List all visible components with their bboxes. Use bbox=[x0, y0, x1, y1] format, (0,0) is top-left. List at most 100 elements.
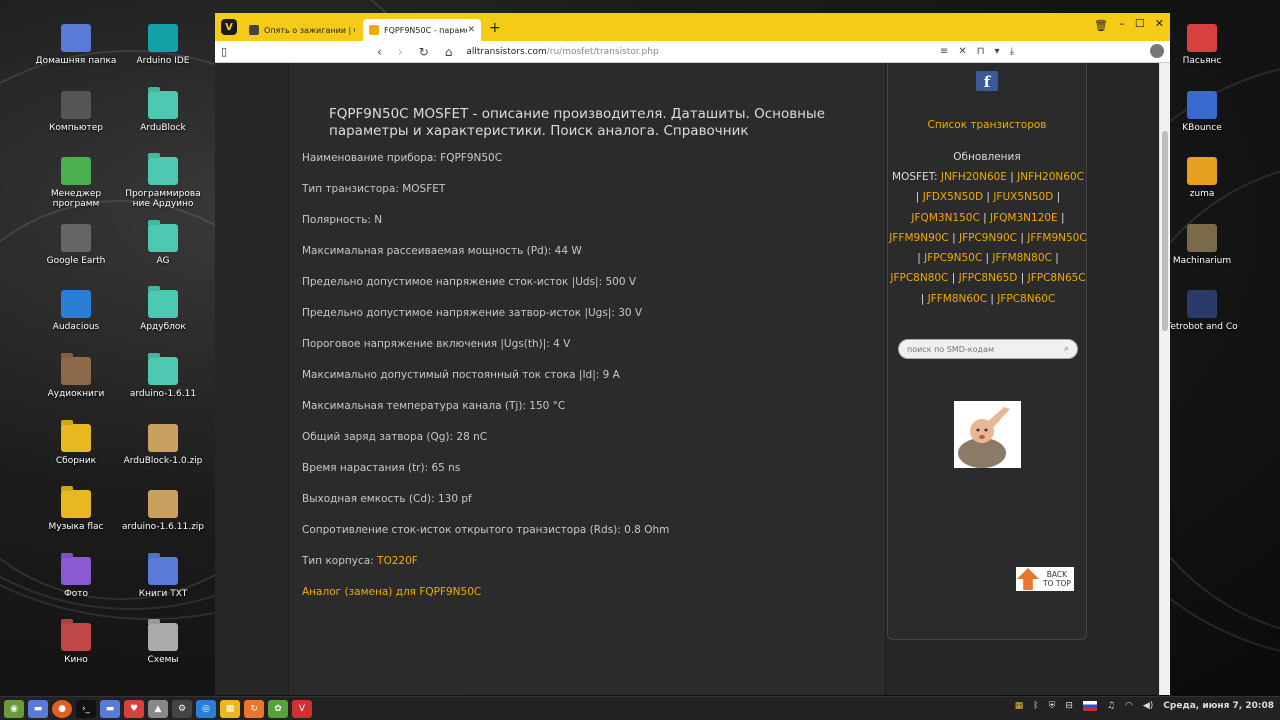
camera-icon[interactable]: ◎ bbox=[196, 699, 216, 718]
keyboard-icon[interactable]: ⊟ bbox=[1065, 701, 1073, 711]
desktop-icon[interactable]: Музыка flac bbox=[30, 490, 122, 532]
update-link[interactable]: JFFM9N50C bbox=[1027, 232, 1086, 244]
desktop-icon[interactable]: Схемы bbox=[117, 623, 209, 665]
desktop-icon[interactable]: Домашняя папка bbox=[30, 24, 122, 66]
vivaldi-menu-icon[interactable]: V bbox=[221, 19, 237, 35]
profile-icon[interactable] bbox=[1150, 44, 1164, 58]
minimize-icon[interactable]: – bbox=[1119, 17, 1125, 30]
clock[interactable]: Среда, июня 7, 20:08 bbox=[1163, 701, 1274, 711]
new-tab-button[interactable]: + bbox=[489, 20, 501, 36]
desktop-icon-label: arduino-1.6.11 bbox=[129, 389, 197, 399]
desktop-icon[interactable]: Компьютер bbox=[30, 90, 122, 133]
desktop-icon[interactable]: Кино bbox=[30, 623, 122, 665]
desktop-icon-label: ArduBlock bbox=[140, 122, 186, 133]
vivaldi-taskbar-icon[interactable]: V bbox=[292, 699, 312, 718]
facebook-icon[interactable]: f bbox=[976, 71, 998, 91]
update-link[interactable]: JFDX5N50D bbox=[923, 191, 983, 203]
desktop-icon[interactable]: ArduBlock bbox=[117, 90, 209, 133]
mint-menu-icon[interactable]: ◉ bbox=[4, 699, 24, 718]
music-icon[interactable]: ♫ bbox=[1107, 701, 1115, 711]
reader-view-icon[interactable]: ≡ bbox=[940, 46, 948, 57]
reload-icon[interactable]: ↻ bbox=[419, 45, 429, 59]
solitaire-icon[interactable]: ♥ bbox=[124, 699, 144, 718]
show-desktop-icon[interactable]: ▬ bbox=[28, 699, 48, 718]
update-link[interactable]: JFUX5N50D bbox=[993, 191, 1053, 203]
download-icon[interactable]: ⤓ bbox=[1010, 46, 1014, 57]
desktop-icon[interactable]: Arduino IDE bbox=[117, 24, 209, 66]
update-icon[interactable]: ↻ bbox=[244, 699, 264, 718]
folder-icon bbox=[61, 423, 91, 452]
smd-search-input[interactable] bbox=[907, 344, 1047, 354]
notes-icon[interactable]: ▦ bbox=[220, 699, 240, 718]
transistor-list-link[interactable]: Список транзисторов bbox=[888, 119, 1086, 131]
search-icon[interactable]: ⌕ bbox=[1064, 344, 1069, 354]
smd-search[interactable]: ⌕ bbox=[898, 339, 1078, 359]
back-to-top-button[interactable]: BACK TO TOP bbox=[1016, 567, 1074, 591]
baby-image bbox=[954, 401, 1021, 468]
desktop-icon[interactable]: Книги TXT bbox=[117, 556, 209, 599]
update-link[interactable]: JFFM8N80C bbox=[992, 252, 1051, 264]
desktop-icon-label: Музыка flac bbox=[48, 522, 104, 533]
panel-toggle-icon[interactable]: ▯ bbox=[221, 45, 227, 58]
url-field[interactable]: alltransistors.com/ru/mosfet/transistor.… bbox=[466, 47, 658, 57]
update-link[interactable]: JNFH20N60C bbox=[1017, 171, 1084, 183]
tab-fqpf9n50c[interactable]: FQPF9N50C - параметры т ✕ bbox=[363, 19, 481, 41]
desktop-icon[interactable]: arduino-1.6.11 bbox=[117, 357, 209, 399]
update-link[interactable]: JFPC8N60C bbox=[997, 293, 1055, 305]
update-link[interactable]: JFPC8N80C bbox=[890, 272, 948, 284]
desktop-icon[interactable]: ArduBlock-1.0.zip bbox=[117, 423, 209, 466]
spec-row: Общий заряд затвора (Qg): 28 nC bbox=[302, 431, 488, 443]
scrollbar-thumb[interactable] bbox=[1162, 131, 1168, 331]
terminal-icon[interactable]: ›_ bbox=[76, 699, 96, 718]
update-link[interactable]: JFPC8N65D bbox=[959, 272, 1018, 284]
scanner-icon[interactable]: ▲ bbox=[148, 699, 168, 718]
notes-tray-icon[interactable]: ▦ bbox=[1015, 701, 1024, 711]
software-manager-icon bbox=[61, 157, 91, 186]
forward-icon[interactable]: › bbox=[398, 45, 403, 59]
scrollbar[interactable] bbox=[1159, 63, 1170, 695]
package-label: Тип корпуса: bbox=[302, 555, 378, 567]
close-window-icon[interactable]: ✕ bbox=[1155, 17, 1164, 30]
desktop-icon[interactable]: Менеджер программ bbox=[30, 157, 122, 209]
desktop-icon[interactable]: Аудиокниги bbox=[30, 357, 122, 399]
pinwheel-icon[interactable]: ✿ bbox=[268, 699, 288, 718]
wifi-icon[interactable]: ◠ bbox=[1125, 701, 1133, 711]
desktop-icon[interactable]: Сборник bbox=[30, 423, 122, 466]
bluetooth-icon[interactable]: ᛒ bbox=[1033, 701, 1038, 711]
home-folder-icon bbox=[61, 24, 91, 52]
files-icon[interactable]: ▬ bbox=[100, 699, 120, 718]
desktop-icon[interactable]: arduino-1.6.11.zip bbox=[117, 490, 209, 532]
back-icon[interactable]: ‹ bbox=[377, 45, 382, 59]
desktop-icon[interactable]: Ардублок bbox=[117, 290, 209, 332]
translate-icon[interactable]: ✕ bbox=[958, 46, 966, 57]
desktop-icon[interactable]: Google Earth bbox=[30, 223, 122, 266]
desktop-icon[interactable]: AG bbox=[117, 223, 209, 266]
analog-link[interactable]: Аналог (замена) для FQPF9N50C bbox=[302, 586, 481, 598]
home-icon[interactable]: ⌂ bbox=[445, 45, 453, 59]
update-link[interactable]: JFFM9N90C bbox=[889, 232, 948, 244]
desktop-icon[interactable]: Фото bbox=[30, 556, 122, 599]
volume-icon[interactable]: ◀) bbox=[1143, 701, 1153, 711]
update-link[interactable]: JNFH20N60E bbox=[941, 171, 1007, 183]
shield-icon[interactable]: ⛨ bbox=[1049, 701, 1056, 711]
maximize-icon[interactable]: ☐ bbox=[1135, 17, 1145, 30]
update-link[interactable]: JFQM3N150C bbox=[911, 212, 979, 224]
desktop-icon[interactable]: Программирова ние Ардуино bbox=[117, 157, 209, 209]
settings-icon[interactable]: ⚙ bbox=[172, 699, 192, 718]
update-link[interactable]: JFFM8N60C bbox=[928, 293, 987, 305]
language-flag-icon[interactable] bbox=[1082, 701, 1097, 711]
tab-ignition[interactable]: Опять о зажигании | Ст... bbox=[243, 19, 361, 41]
update-link[interactable]: JFPC9N50C bbox=[924, 252, 982, 264]
spec-row: Предельно допустимое напряжение сток-ист… bbox=[302, 276, 637, 288]
trash-icon[interactable]: 🗑 bbox=[1094, 19, 1108, 32]
update-link[interactable]: JFQM3N120E bbox=[990, 212, 1058, 224]
firefox-icon[interactable]: ● bbox=[52, 699, 72, 718]
package-link[interactable]: TO220F bbox=[377, 555, 418, 567]
dropdown-icon[interactable]: ▾ bbox=[995, 46, 1000, 57]
bookmark-icon[interactable]: ⊓ bbox=[977, 46, 985, 57]
folder-icon bbox=[148, 157, 178, 186]
update-link[interactable]: JFPC8N65C bbox=[1028, 272, 1086, 284]
update-link[interactable]: JFPC9N90C bbox=[959, 232, 1017, 244]
close-tab-icon[interactable]: ✕ bbox=[467, 25, 475, 35]
desktop-icon[interactable]: Audacious bbox=[30, 290, 122, 332]
